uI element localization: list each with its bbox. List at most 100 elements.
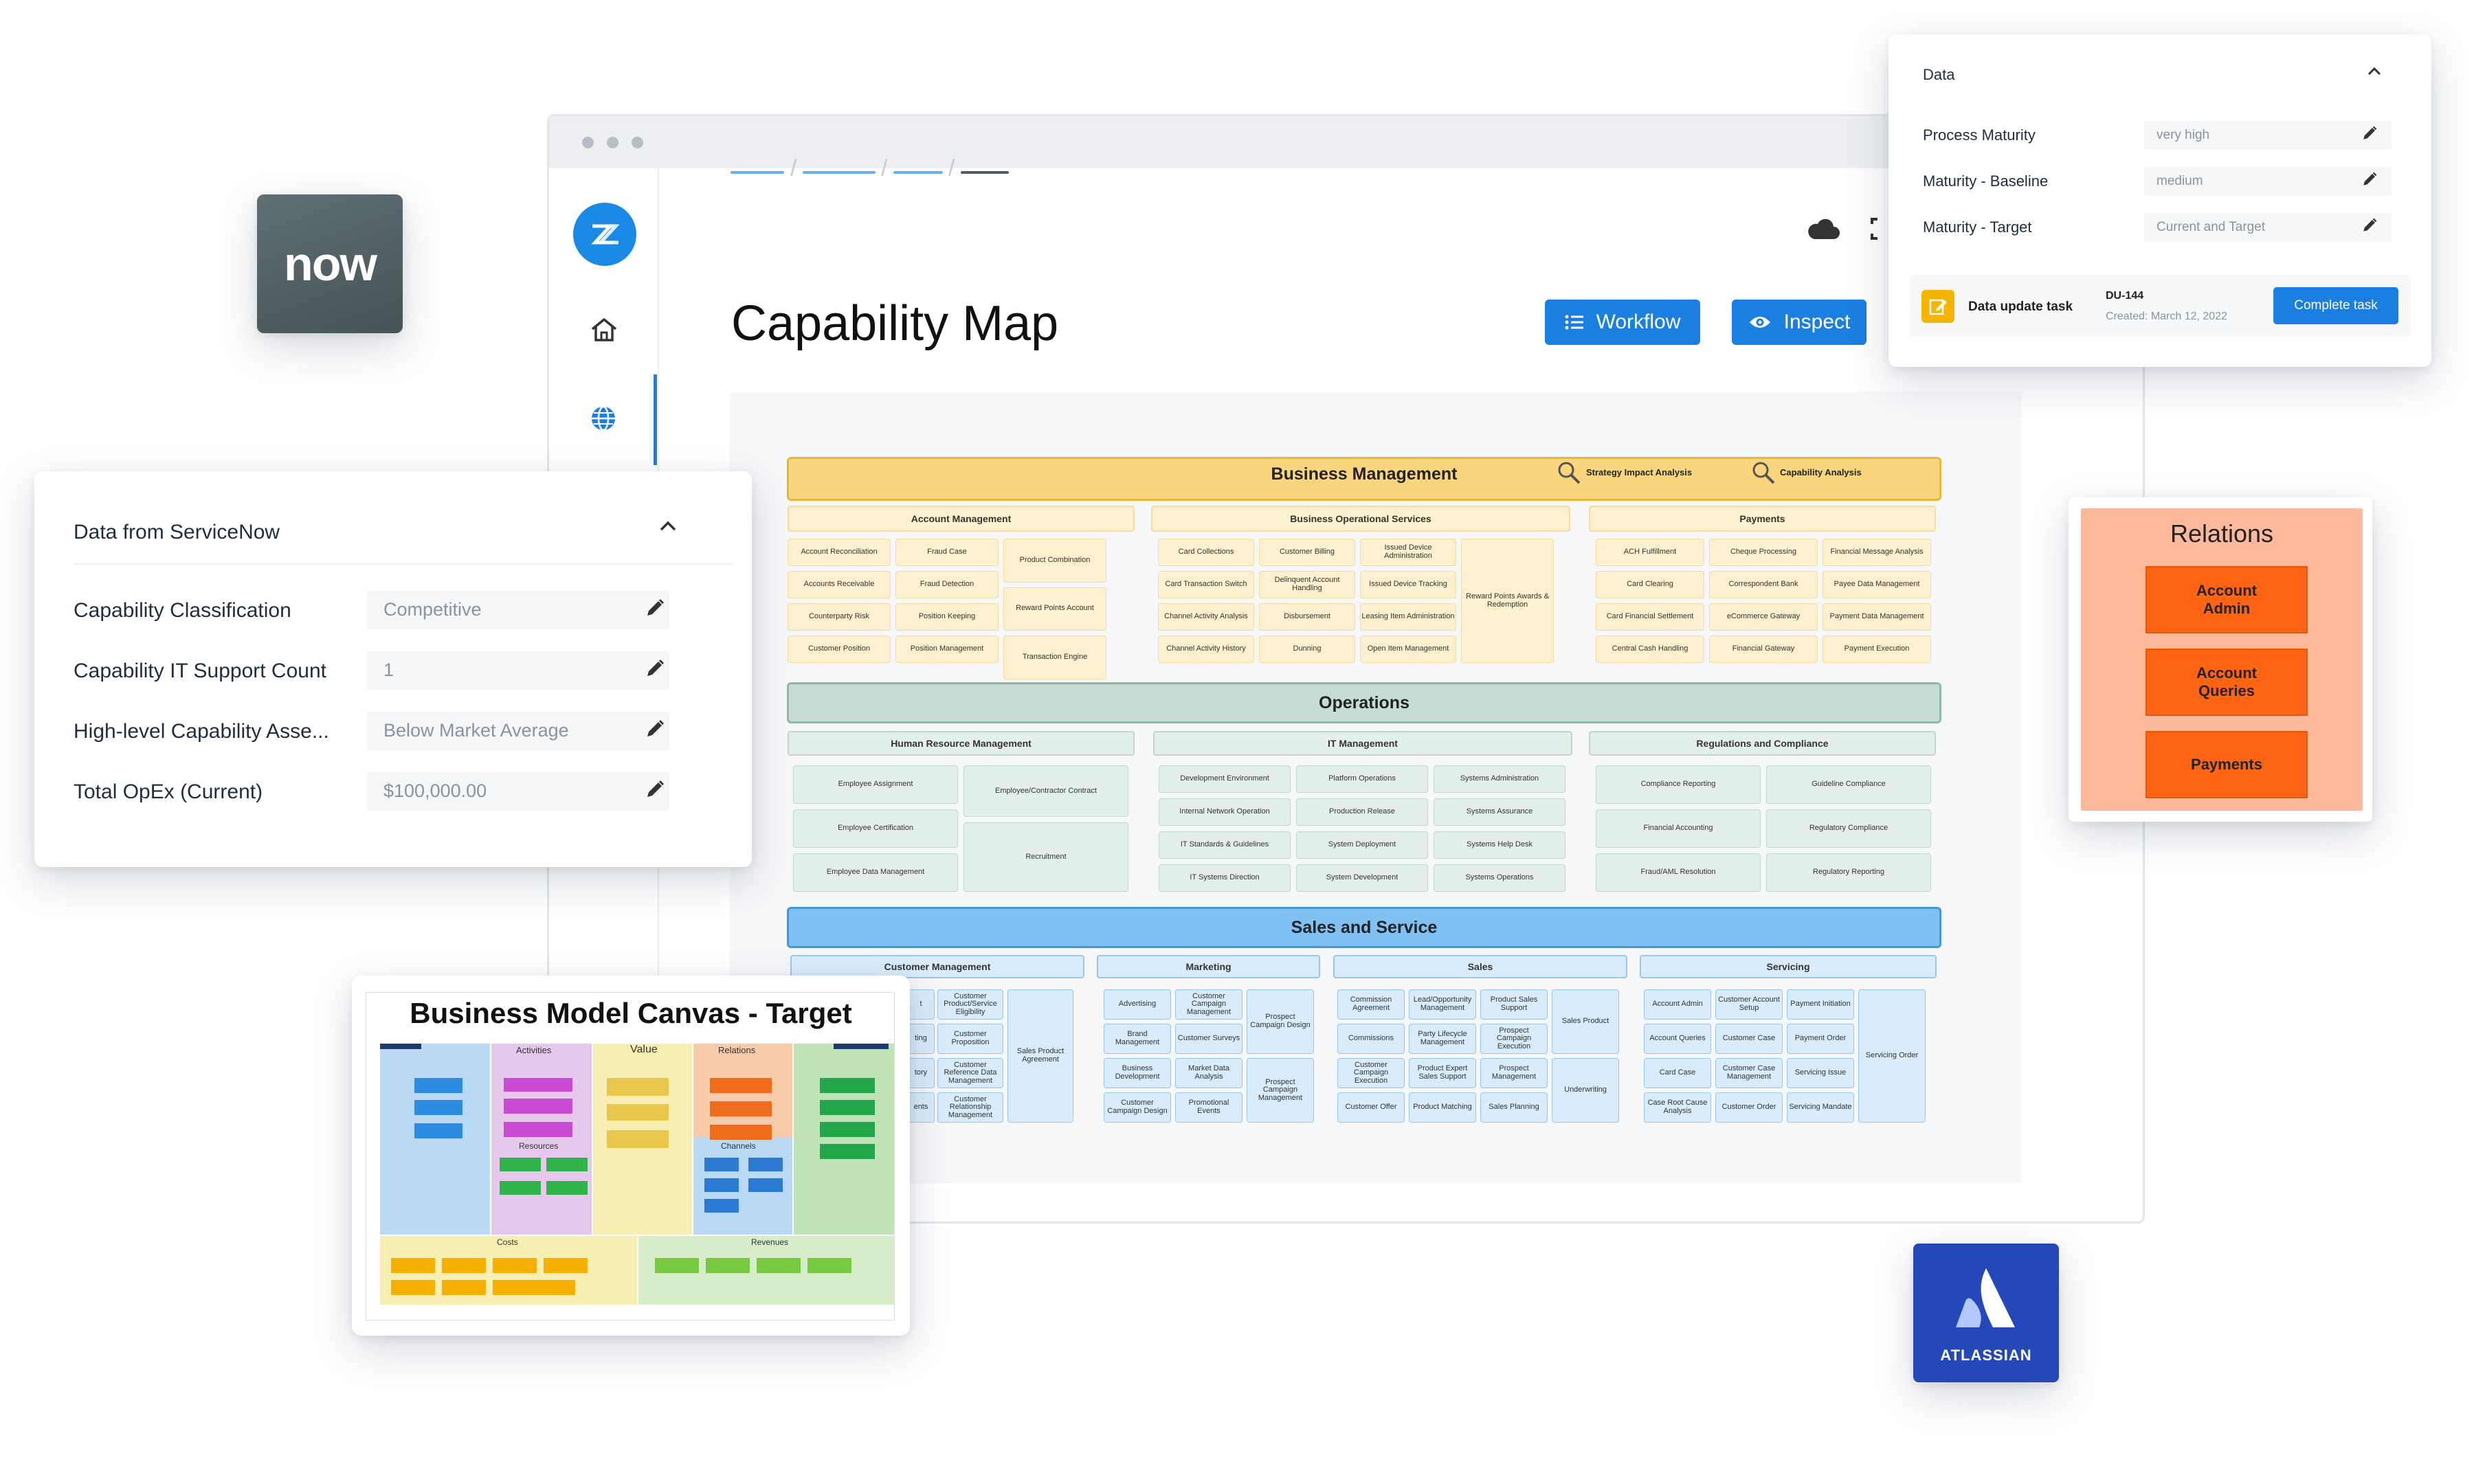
capability-cell[interactable]: Disbursement — [1259, 603, 1355, 631]
capability-cell[interactable]: Market Data Analysis — [1175, 1058, 1242, 1088]
window-close-dot[interactable] — [582, 137, 594, 148]
capability-cell[interactable]: Transaction Engine — [1003, 636, 1106, 679]
capability-cell[interactable]: Underwriting — [1552, 1058, 1619, 1123]
capability-cell[interactable]: Correspondent Bank — [1709, 571, 1818, 598]
capability-cell[interactable]: Customer Account Setup — [1715, 989, 1783, 1020]
chevron-up-icon[interactable] — [658, 519, 678, 537]
human-resource-management-group[interactable]: Human Resource Management — [788, 731, 1135, 756]
field-value[interactable]: 1 — [367, 651, 669, 690]
marketing-group[interactable]: Marketing — [1097, 955, 1320, 978]
capability-cell[interactable]: Product Expert Sales Support — [1409, 1058, 1476, 1088]
capability-analysis-action[interactable]: Capability Analysis — [1780, 467, 1862, 477]
capability-cell[interactable]: Promotional Events — [1175, 1092, 1242, 1123]
operations-band[interactable]: Operations — [787, 682, 1941, 723]
capability-cell[interactable]: Brand Management — [1104, 1024, 1171, 1054]
capability-cell[interactable]: Servicing Order — [1858, 989, 1926, 1123]
servicing-group[interactable]: Servicing — [1640, 955, 1937, 978]
capability-cell[interactable]: Systems Help Desk — [1434, 831, 1565, 859]
field-value[interactable]: medium — [2144, 167, 2392, 196]
capability-cell[interactable]: Customer Order — [1715, 1092, 1783, 1123]
payments-group[interactable]: Payments — [1589, 506, 1936, 532]
breadcrumb-item[interactable] — [803, 171, 876, 174]
capability-cell[interactable]: System Deployment — [1296, 831, 1428, 859]
capability-cell[interactable]: Customer Relationship Management — [937, 1092, 1003, 1123]
capability-cell[interactable]: Channel Activity History — [1158, 636, 1254, 663]
capability-cell[interactable]: Customer Surveys — [1175, 1024, 1242, 1054]
pencil-icon[interactable] — [2361, 125, 2381, 144]
field-value[interactable]: $100,000.00 — [367, 772, 669, 811]
capability-cell[interactable]: Payee Data Management — [1823, 571, 1931, 598]
capability-cell[interactable]: Customer Campaign Design — [1104, 1092, 1171, 1123]
capability-cell-partial[interactable]: ting — [907, 1024, 935, 1054]
capability-cell[interactable]: Commission Agreement — [1337, 989, 1405, 1020]
capability-cell[interactable]: Servicing Issue — [1787, 1058, 1854, 1088]
capability-cell[interactable]: Recruitment — [963, 822, 1128, 892]
capability-cell[interactable]: Employee Assignment — [793, 765, 958, 804]
inspect-button[interactable]: Inspect — [1732, 300, 1866, 345]
account-management-group[interactable]: Account Management — [788, 506, 1135, 532]
complete-task-button[interactable]: Complete task — [2273, 287, 2398, 324]
capability-cell[interactable]: Payment Initiation — [1787, 989, 1854, 1020]
capability-cell[interactable]: eCommerce Gateway — [1709, 603, 1818, 631]
capability-cell[interactable]: Product Combination — [1003, 539, 1106, 583]
capability-cell[interactable]: Customer Campaign Management — [1175, 989, 1242, 1020]
capability-cell[interactable]: Card Collections — [1158, 539, 1254, 566]
relation-item[interactable]: Payments — [2146, 731, 2308, 798]
capability-cell[interactable]: Financial Gateway — [1709, 636, 1818, 663]
capability-cell[interactable]: Servicing Mandate — [1787, 1092, 1854, 1123]
capability-cell[interactable]: Advertising — [1104, 989, 1171, 1020]
capability-cell[interactable]: Payment Order — [1787, 1024, 1854, 1054]
capability-cell[interactable]: Payment Data Management — [1823, 603, 1931, 631]
workflow-button[interactable]: Workflow — [1545, 300, 1700, 345]
pencil-icon[interactable] — [645, 658, 669, 683]
capability-cell[interactable]: Prospect Campaign Management — [1247, 1058, 1314, 1123]
breadcrumb-item[interactable] — [731, 171, 784, 174]
capability-cell[interactable]: Sales Product Agreement — [1007, 989, 1073, 1123]
capability-cell[interactable]: Payment Execution — [1823, 636, 1931, 663]
window-maximize-dot[interactable] — [632, 137, 643, 148]
capability-cell[interactable]: Customer Position — [788, 636, 891, 663]
capability-cell[interactable]: Cheque Processing — [1709, 539, 1818, 566]
capability-cell[interactable]: Customer Proposition — [937, 1024, 1003, 1054]
capability-cell[interactable]: Prospect Campaign Design — [1247, 989, 1314, 1054]
window-minimize-dot[interactable] — [607, 137, 618, 148]
magnifier-icon[interactable] — [1751, 460, 1776, 488]
capability-cell[interactable]: Customer Case Management — [1715, 1058, 1783, 1088]
capability-cell[interactable]: Issued Device Tracking — [1360, 571, 1456, 598]
field-value[interactable]: very high — [2144, 121, 2392, 150]
strategy-impact-analysis-action[interactable]: Strategy Impact Analysis — [1586, 467, 1692, 477]
capability-cell[interactable]: Prospect Management — [1480, 1058, 1548, 1088]
capability-cell[interactable]: Employee/Contractor Contract — [963, 765, 1128, 818]
capability-cell[interactable]: Card Clearing — [1596, 571, 1704, 598]
capability-cell-partial[interactable]: tory — [907, 1058, 935, 1088]
capability-cell[interactable]: Channel Activity Analysis — [1158, 603, 1254, 631]
capability-cell[interactable]: Product Matching — [1409, 1092, 1476, 1123]
capability-cell[interactable]: Production Release — [1296, 798, 1428, 826]
pencil-icon[interactable] — [645, 598, 669, 622]
capability-cell[interactable]: Customer Reference Data Management — [937, 1058, 1003, 1088]
field-value[interactable]: Current and Target — [2144, 213, 2392, 242]
capability-cell[interactable]: Card Transaction Switch — [1158, 571, 1254, 598]
capability-cell[interactable]: Customer Offer — [1337, 1092, 1405, 1123]
capability-cell[interactable]: Position Keeping — [895, 603, 999, 631]
customer-management-group[interactable]: Customer Management — [790, 955, 1084, 978]
capability-cell[interactable]: Financial Message Analysis — [1823, 539, 1931, 566]
capability-cell[interactable]: Lead/Opportunity Management — [1409, 989, 1476, 1020]
capability-cell[interactable]: Case Root Cause Analysis — [1644, 1092, 1711, 1123]
capability-cell[interactable]: Commissions — [1337, 1024, 1405, 1054]
sales-and-service-band[interactable]: Sales and Service — [787, 907, 1941, 948]
capability-cell[interactable]: Customer Campaign Execution — [1337, 1058, 1405, 1088]
capability-cell[interactable]: Customer Case — [1715, 1024, 1783, 1054]
capability-cell[interactable]: Regulatory Reporting — [1766, 853, 1931, 892]
capability-cell[interactable]: Systems Operations — [1434, 864, 1565, 892]
capability-cell[interactable]: Customer Billing — [1259, 539, 1355, 566]
field-value[interactable]: Below Market Average — [367, 712, 669, 750]
capability-cell[interactable]: Systems Assurance — [1434, 798, 1565, 826]
capability-cell[interactable]: Account Admin — [1644, 989, 1711, 1020]
capability-cell[interactable]: Account Reconciliation — [788, 539, 891, 566]
fullscreen-icon[interactable] — [1871, 217, 1887, 244]
capability-cell[interactable]: Central Cash Handling — [1596, 636, 1704, 663]
capability-cell[interactable]: Fraud Detection — [895, 571, 999, 598]
capability-cell[interactable]: Position Management — [895, 636, 999, 663]
capability-cell[interactable]: System Development — [1296, 864, 1428, 892]
